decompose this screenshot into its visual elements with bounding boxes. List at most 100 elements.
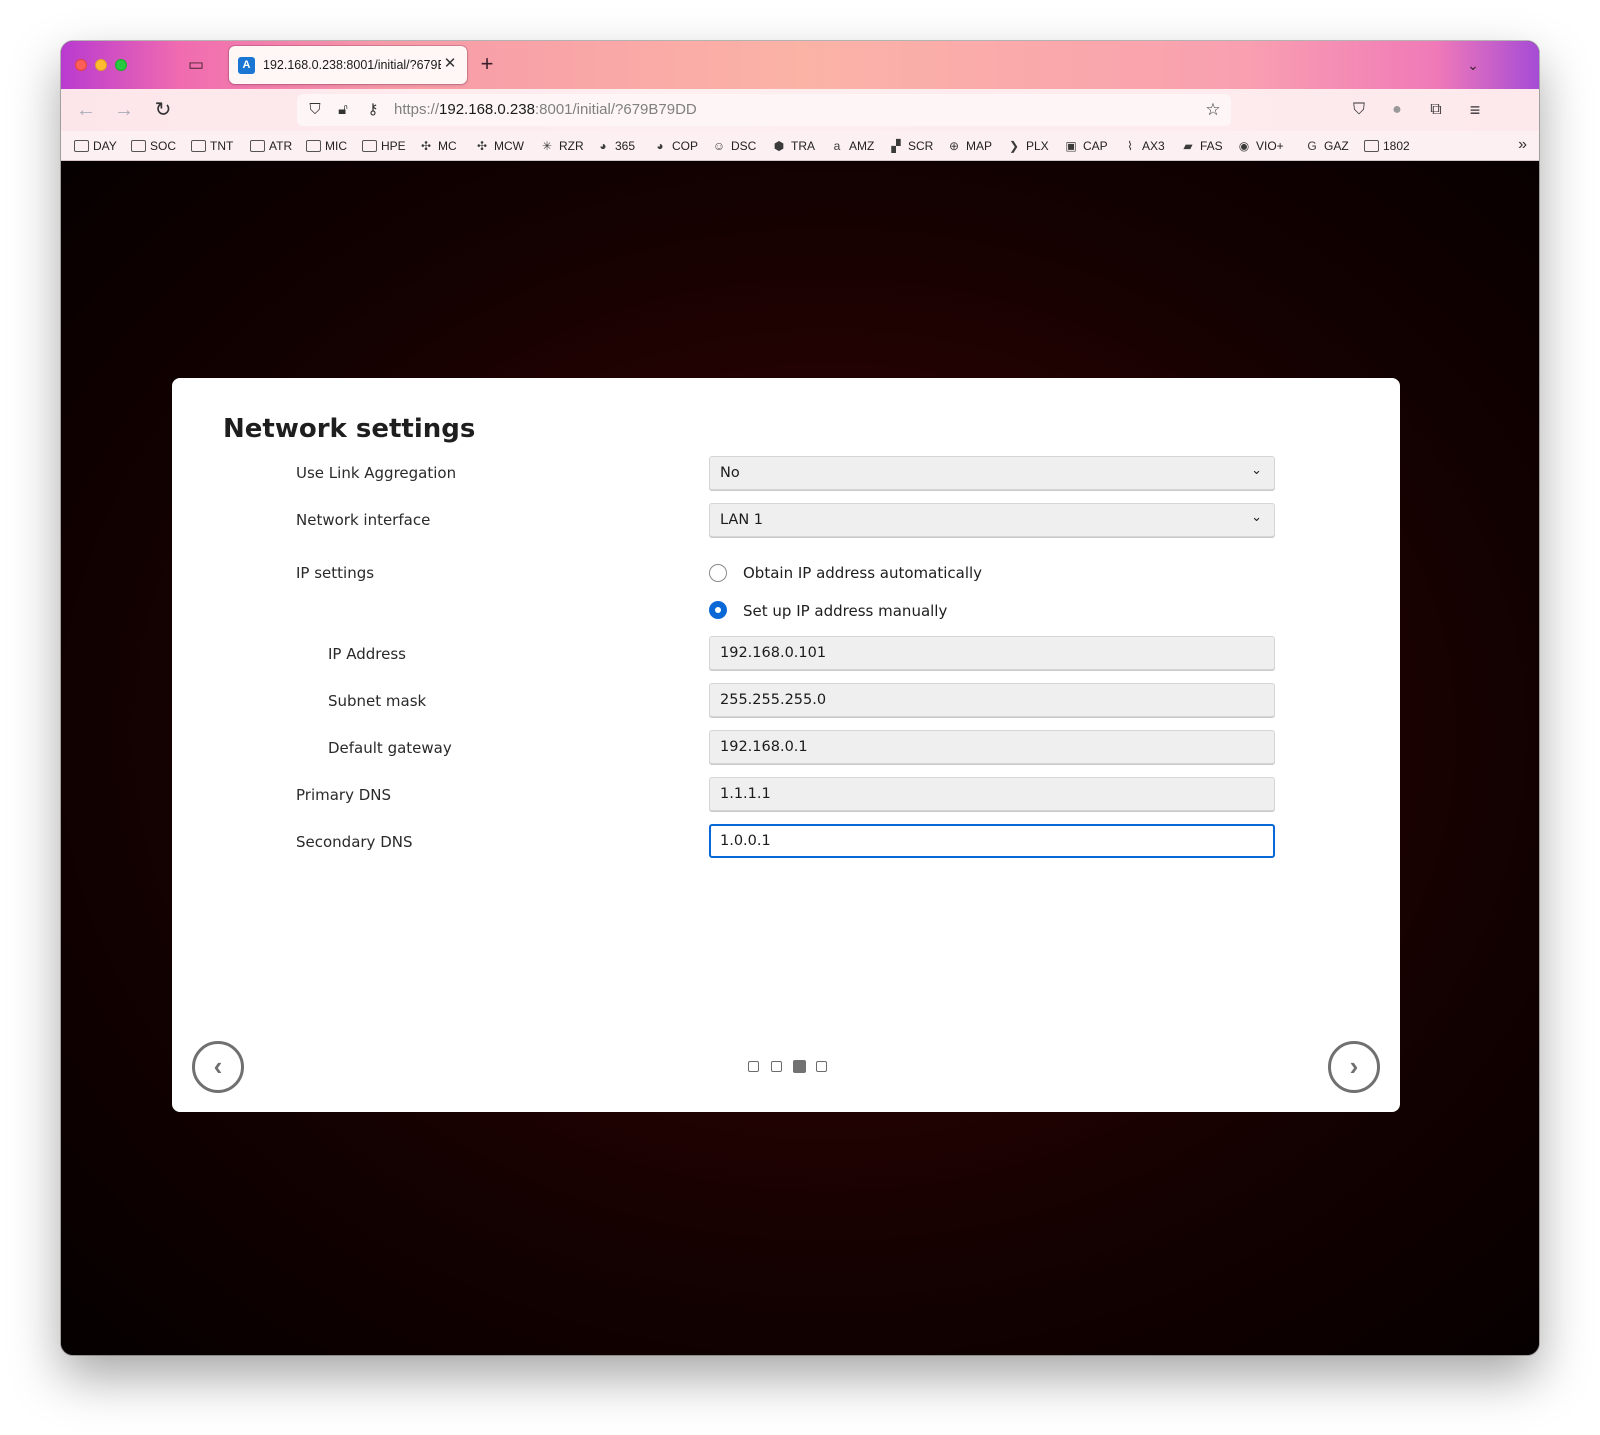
extensions-puzzle-icon[interactable]: ⧉ [1425,99,1447,121]
set-ip-manual-radio[interactable] [709,601,727,619]
lock-warning-icon[interactable]: 🔓︎ [333,100,353,120]
primary-dns-input[interactable]: 1.1.1.1 [709,777,1275,811]
plex-icon: ❯ [1008,139,1020,153]
forward-button[interactable]: → [112,98,136,122]
shield-icon[interactable]: ⛉ [305,100,325,120]
chevron-down-icon: ⌄ [1251,463,1262,478]
bookmark-label: GAZ [1324,139,1349,153]
tab-list-chevron-icon[interactable]: ⌄ [1463,55,1483,75]
active-tab[interactable]: A 192.168.0.238:8001/initial/?679B79DD ✕ [229,46,467,84]
pager-dot-3[interactable] [793,1060,806,1073]
pager-dot-1[interactable] [748,1061,759,1072]
address-bar[interactable]: ⛉ 🔓︎ ⚷ https://192.168.0.238:8001/initia… [297,94,1231,126]
menu-icon[interactable]: ≡ [1464,99,1486,121]
close-tab-icon[interactable]: ✕ [441,55,459,73]
bookmark-cop[interactable]: ◕ COP [652,137,698,155]
bookmark-label: CAP [1083,139,1108,153]
blocks-icon: ▞ [891,139,901,153]
maximize-window-button[interactable] [115,59,127,71]
bookmark-rzr[interactable]: ✳ RZR [539,137,584,155]
bookmark-mic[interactable]: MIC [306,137,347,155]
folder-icon [306,140,321,152]
primary-dns-label: Primary DNS [296,786,392,804]
ip-settings-label: IP settings [296,564,375,582]
next-step-button[interactable]: › [1328,1041,1380,1093]
bookmark-label: TNT [210,139,234,153]
folder-icon [131,140,146,152]
bookmark-label: MAP [966,139,993,153]
ip-address-label: IP Address [328,645,406,663]
bookmark-label: MIC [325,139,347,153]
bookmark-label: HPE [381,139,406,153]
bookmark-hpe[interactable]: HPE [362,137,406,155]
subnet-mask-label: Subnet mask [328,692,427,710]
more-bookmarks-chevron-icon[interactable]: » [1518,136,1527,154]
folder-icon [250,140,265,152]
link-aggregation-select[interactable]: No ⌄ [709,456,1275,490]
bookmark-cap[interactable]: ▣ CAP [1063,137,1108,155]
bookmark-mc[interactable]: ✣ MC [418,137,457,155]
tab-bar: ▭ A 192.168.0.238:8001/initial/?679B79DD… [61,41,1539,89]
bookmark-vio[interactable]: ◉ VIO+ [1236,137,1284,155]
pager-dot-4[interactable] [815,1061,827,1072]
bookmark-label: FAS [1200,139,1223,153]
discord-icon: ☺ [712,139,726,153]
wifi-icon: ⌇ [1127,139,1133,153]
ip-address-input[interactable]: 192.168.0.101 [709,636,1275,670]
bookmark-gaz[interactable]: G GAZ [1304,137,1349,155]
url-path: :8001/initial/?679B79DD [534,101,697,118]
bookmark-atr[interactable]: ATR [250,137,292,155]
bookmark-scr[interactable]: ▞ SCR [888,137,933,155]
folder-icon [74,140,89,152]
tab-overview-icon[interactable]: ▭ [185,55,207,75]
minimize-window-button[interactable] [95,59,107,71]
new-tab-button[interactable]: + [475,53,499,77]
bookmark-mcw[interactable]: ✣ MCW [474,137,524,155]
bookmark-soc[interactable]: SOC [131,137,176,155]
amazon-icon: a [833,139,841,153]
subnet-mask-input[interactable]: 255.255.255.0 [709,683,1275,717]
reload-button[interactable]: ↻ [151,98,175,122]
url-text[interactable]: https://192.168.0.238:8001/initial/?679B… [394,101,697,118]
bookmark-map[interactable]: ⊕ MAP [946,137,992,155]
network-icon: ✣ [476,139,488,153]
bookmark-label: RZR [559,139,584,153]
default-gateway-input[interactable]: 192.168.0.1 [709,730,1275,764]
camera-icon: ▣ [1065,139,1077,153]
bookmark-plx[interactable]: ❯ PLX [1006,137,1049,155]
vio-icon: ◉ [1238,139,1250,153]
browser-window: ▭ A 192.168.0.238:8001/initial/?679B79DD… [61,41,1539,1355]
close-window-button[interactable] [75,59,87,71]
bookmark-ax3[interactable]: ⌇ AX3 [1122,137,1165,155]
obtain-ip-auto-label[interactable]: Obtain IP address automatically [743,564,982,582]
back-button[interactable]: ← [74,98,98,122]
gaz-icon: G [1307,139,1317,153]
bookmark-amz[interactable]: a AMZ [829,137,875,155]
obtain-ip-auto-radio[interactable] [709,564,727,582]
link-aggregation-value: No [720,465,740,481]
bookmark-label: MC [438,139,457,153]
set-ip-manual-label[interactable]: Set up IP address manually [743,602,947,620]
bookmark-label: SCR [908,139,934,153]
bookmark-day[interactable]: DAY [74,137,117,155]
network-icon: ✣ [420,139,432,153]
bookmark-label: MCW [494,139,524,153]
bookmark-tnt[interactable]: TNT [191,137,233,155]
folder-icon [1364,140,1379,152]
folder-icon [362,140,377,152]
bookmark-dsc[interactable]: ☺ DSC [711,137,756,155]
bookmark-fas[interactable]: ▰ FAS [1180,137,1223,155]
bookmark-1802[interactable]: 1802 [1364,137,1410,155]
previous-step-button[interactable]: ‹ [192,1041,244,1093]
pager-dot-2[interactable] [770,1061,782,1072]
bookmark-star-icon[interactable]: ☆ [1203,100,1223,120]
secondary-dns-input[interactable]: 1.0.0.1 [709,824,1275,858]
network-interface-select[interactable]: LAN 1 ⌄ [709,503,1275,537]
extension-icon[interactable]: ● [1386,99,1408,121]
bookmark-365[interactable]: ◕ 365 [595,137,635,155]
pocket-icon[interactable]: ⛉ [1348,99,1370,121]
bookmark-tra[interactable]: ⬢ TRA [771,137,815,155]
page-title: Network settings [223,414,476,444]
default-gateway-label: Default gateway [328,739,452,757]
key-icon[interactable]: ⚷ [363,100,383,120]
